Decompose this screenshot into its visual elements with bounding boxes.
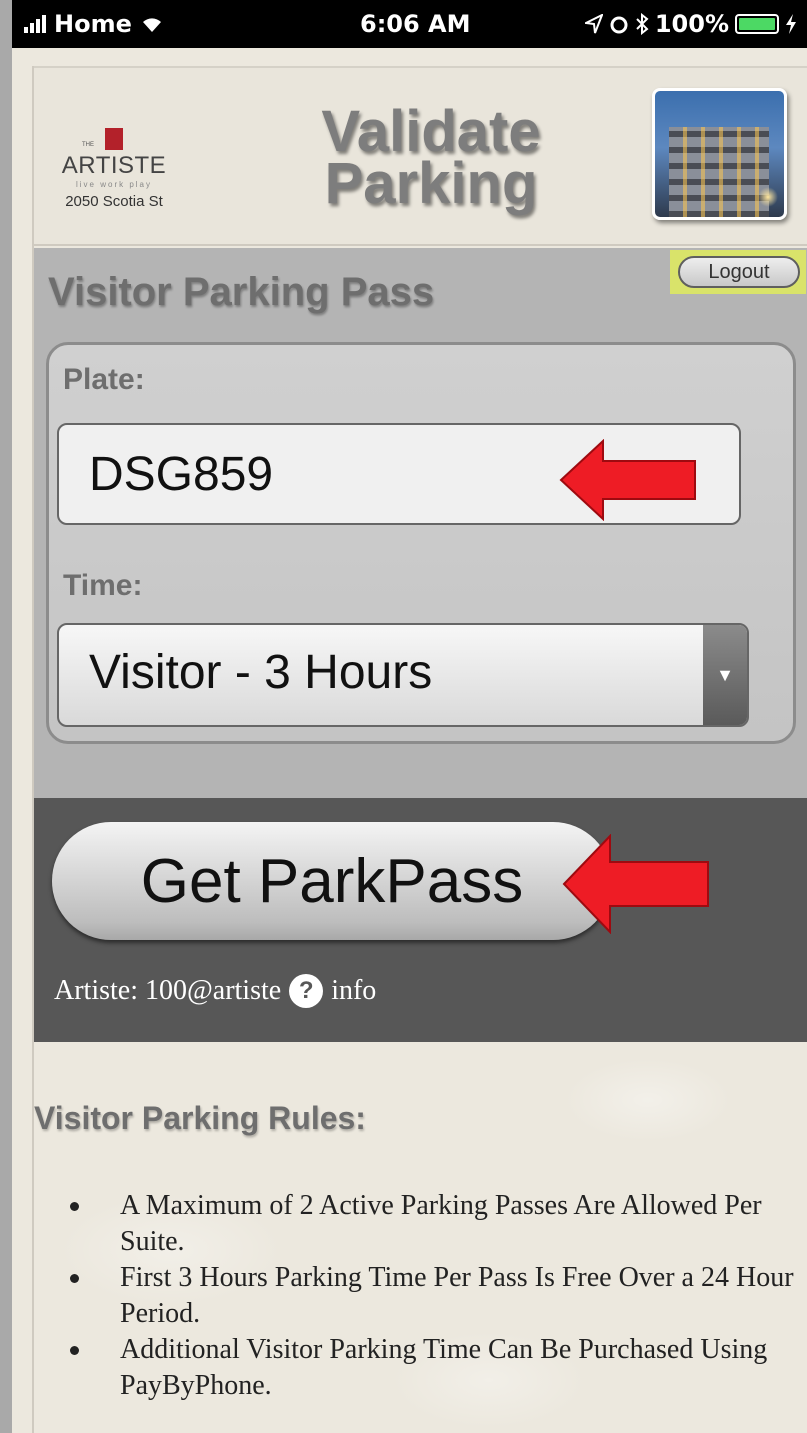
account-line: Artiste: 100@artiste ? info: [54, 974, 376, 1008]
alarm-icon: [610, 16, 628, 34]
time-select-value: Visitor - 3 Hours: [89, 646, 433, 699]
phone-screen: Home 6:06 AM 100% THE ARTISTE live work …: [12, 0, 807, 1433]
logo-small-text: THE: [82, 142, 94, 148]
page-header: THE ARTISTE live work play 2050 Scotia S…: [34, 66, 807, 246]
arrow-annotation-icon: [559, 439, 696, 521]
building-photo: [652, 88, 787, 220]
dropdown-arrow-icon[interactable]: ▼: [703, 625, 747, 725]
web-page: THE ARTISTE live work play 2050 Scotia S…: [32, 66, 807, 1433]
page-title: Validate Parking: [296, 103, 566, 216]
title-line-2: Parking: [324, 151, 538, 216]
building-tower: [669, 127, 769, 217]
artiste-logo: THE ARTISTE live work play 2050 Scotia S…: [54, 128, 174, 210]
action-band: Get ParkPass Artiste: 100@artiste ? info: [34, 798, 807, 1042]
info-link[interactable]: info: [331, 975, 376, 1007]
list-item: First 3 Hours Parking Time Per Pass Is F…: [70, 1260, 807, 1332]
rules-title: Visitor Parking Rules:: [34, 1100, 366, 1136]
building-address: 2050 Scotia St: [65, 193, 163, 210]
battery-percent: 100%: [654, 10, 729, 38]
visitor-pass-section: Visitor Parking Pass Logout Plate: Time:…: [34, 248, 807, 798]
time-select[interactable]: Visitor - 3 Hours ▼: [57, 623, 749, 727]
status-bar: Home 6:06 AM 100%: [12, 0, 807, 48]
pass-form: Plate: Time: Visitor - 3 Hours ▼: [46, 342, 796, 744]
carrier-label: Home: [54, 10, 132, 38]
signal-icon: [24, 15, 46, 33]
status-right: 100%: [584, 10, 797, 38]
logout-button[interactable]: Logout: [678, 256, 800, 288]
logo-mark-icon: [105, 128, 123, 150]
rules-list: A Maximum of 2 Active Parking Passes Are…: [70, 1188, 807, 1404]
location-icon: [584, 14, 603, 34]
wifi-icon: [142, 18, 161, 32]
status-left: Home: [24, 10, 164, 38]
charging-icon: [786, 14, 796, 34]
logo-name: ARTISTE: [61, 152, 167, 179]
plate-label: Plate:: [63, 363, 145, 396]
account-text: Artiste: 100@artiste: [54, 975, 282, 1006]
list-item: Additional Visitor Parking Time Can Be P…: [70, 1332, 807, 1404]
section-title: Visitor Parking Pass: [48, 270, 435, 314]
logo-tagline: live work play: [75, 180, 152, 189]
building-light: [758, 187, 778, 207]
help-icon[interactable]: ?: [289, 974, 324, 1008]
status-time: 6:06 AM: [360, 10, 471, 38]
time-label: Time:: [63, 569, 143, 602]
get-parkpass-button[interactable]: Get ParkPass: [52, 822, 612, 940]
battery-icon: [735, 14, 779, 34]
list-item: A Maximum of 2 Active Parking Passes Are…: [70, 1188, 807, 1260]
arrow-annotation-icon: [562, 834, 709, 934]
logout-highlight: Logout: [670, 250, 806, 294]
bluetooth-icon: [636, 13, 649, 35]
